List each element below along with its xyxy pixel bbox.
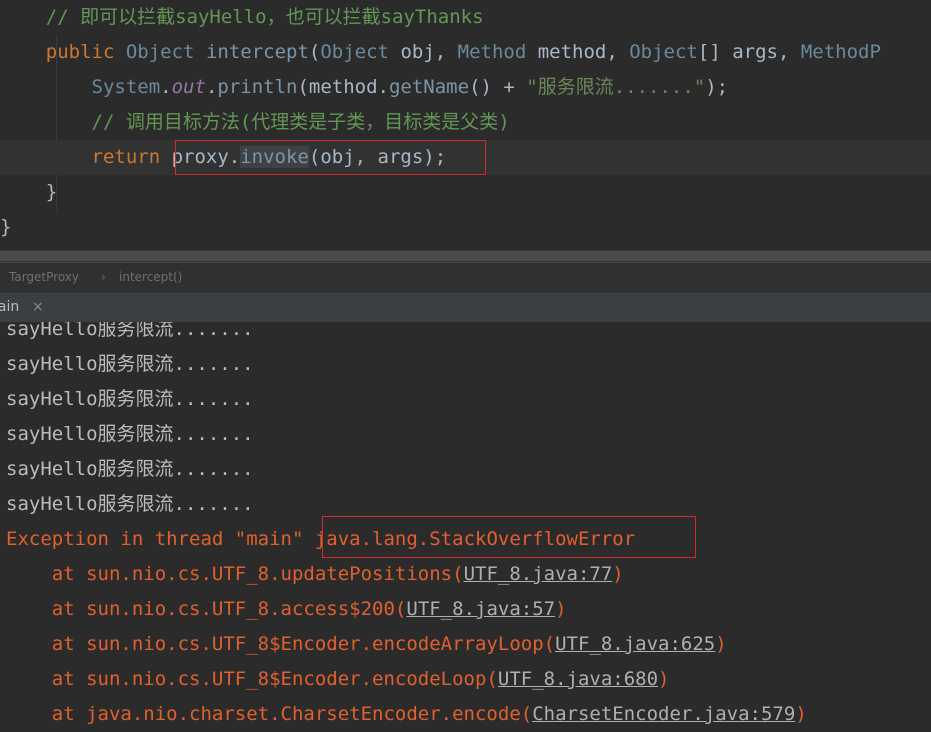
method-name-intercept: intercept [205, 41, 309, 63]
stack-frame-method: at sun.nio.cs.UTF_8$Encoder.encodeLoop( [6, 668, 498, 690]
static-field-out: out [171, 76, 206, 98]
param-name: [] args, [697, 41, 801, 63]
stack-frame: at sun.nio.cs.UTF_8.updatePositions(UTF_… [6, 557, 624, 592]
stack-frame-end: ) [612, 563, 624, 585]
code-line-brace-inner[interactable]: } [0, 175, 931, 210]
stack-frame: at sun.nio.cs.UTF_8$Encoder.encodeLoop(U… [6, 662, 670, 697]
code-line-brace-outer[interactable]: } [0, 210, 931, 245]
keyword-public: public [45, 41, 115, 63]
comment-intercept: // 即可以拦截sayHello，也可以拦截sayThanks [45, 6, 484, 28]
comment-call-target: // 调用目标方法(代理类是子类，目标类是父类) [91, 111, 510, 133]
closing-brace: } [0, 216, 12, 238]
code-line-comment-1[interactable]: // 即可以拦截sayHello，也可以拦截sayThanks [0, 0, 931, 35]
call-args: (method. [297, 76, 389, 98]
paren: ( [308, 41, 321, 63]
param-type: Method [457, 41, 527, 63]
dot: . [205, 76, 218, 98]
breadcrumb: TargetProxy › intercept() [0, 262, 931, 292]
stack-frame: at sun.nio.cs.UTF_8.access$200(UTF_8.jav… [6, 592, 567, 627]
stack-frame-method: at sun.nio.cs.UTF_8$Encoder.encodeArrayL… [6, 633, 556, 655]
stack-frame-end: ) [795, 703, 807, 725]
param-name: obj, [389, 41, 458, 63]
string-literal: "服务限流......." [526, 76, 706, 98]
horizontal-scrollbar[interactable] [0, 250, 931, 262]
annotation-box-exception [322, 516, 696, 558]
stack-frame-method: at java.nio.charset.CharsetEncoder.encod… [6, 703, 533, 725]
run-tab-main[interactable]: lain × [0, 293, 50, 323]
console-line: sayHello服务限流....... [6, 322, 254, 340]
console-line: sayHello服务限流....... [6, 423, 254, 445]
run-tab-label: lain [0, 299, 20, 315]
stack-frame-link[interactable]: UTF_8.java:680 [498, 668, 658, 690]
return-type: Object [125, 41, 195, 63]
param-type: Object [320, 41, 389, 63]
scrollbar-thumb[interactable] [0, 251, 931, 261]
method-getname: getName [388, 76, 470, 98]
stack-frame-end: ) [555, 598, 567, 620]
console-line: sayHello服务限流....... [6, 458, 254, 480]
param-type: MethodP [800, 41, 881, 63]
breadcrumb-method[interactable]: intercept() [119, 263, 182, 292]
stack-frame: at java.nio.charset.CharsetEncoder.encod… [6, 697, 807, 732]
stack-frame-end: ) [658, 668, 670, 690]
console-line: sayHello服务限流....... [6, 388, 254, 410]
breadcrumb-chevron-icon: › [101, 270, 106, 284]
dot: . [160, 76, 172, 98]
stack-frame-link[interactable]: UTF_8.java:77 [464, 563, 613, 585]
param-name: method, [526, 41, 630, 63]
breadcrumb-class[interactable]: TargetProxy [9, 263, 79, 292]
closing-brace: } [45, 181, 58, 203]
code-line-println[interactable]: System.out.println(method.getName() + "服… [0, 70, 931, 105]
console-line: sayHello服务限流....... [6, 353, 254, 375]
stack-frame-link[interactable]: UTF_8.java:625 [555, 633, 715, 655]
close-icon[interactable]: × [32, 293, 44, 322]
param-type: Object [629, 41, 698, 63]
console-output[interactable]: sayHello服务限流....... sayHello服务限流....... … [0, 322, 931, 732]
concat-operator: () + [469, 76, 527, 98]
stack-frame-end: ) [715, 633, 727, 655]
annotation-box-invoke [175, 140, 486, 175]
stack-frame-method: at sun.nio.cs.UTF_8.access$200( [6, 598, 407, 620]
stack-frame-link[interactable]: CharsetEncoder.java:579 [532, 703, 795, 725]
call-close: ); [705, 76, 729, 98]
run-tab-bar: lain × [0, 292, 931, 322]
code-line-signature[interactable]: public Object intercept(Object obj, Meth… [0, 35, 931, 70]
code-line-comment-2[interactable]: // 调用目标方法(代理类是子类，目标类是父类) [0, 105, 931, 140]
code-editor[interactable]: // 即可以拦截sayHello，也可以拦截sayThanks public O… [0, 0, 931, 250]
class-system: System [91, 76, 161, 98]
exception-prefix: Exception in thread "main" [6, 528, 315, 550]
stack-frame: at sun.nio.cs.UTF_8$Encoder.encodeArrayL… [6, 627, 727, 662]
keyword-return: return [91, 146, 161, 168]
method-println: println [217, 76, 298, 98]
console-line: sayHello服务限流....... [6, 493, 254, 515]
stack-frame-method: at sun.nio.cs.UTF_8.updatePositions( [6, 563, 464, 585]
stack-frame-link[interactable]: UTF_8.java:57 [406, 598, 555, 620]
